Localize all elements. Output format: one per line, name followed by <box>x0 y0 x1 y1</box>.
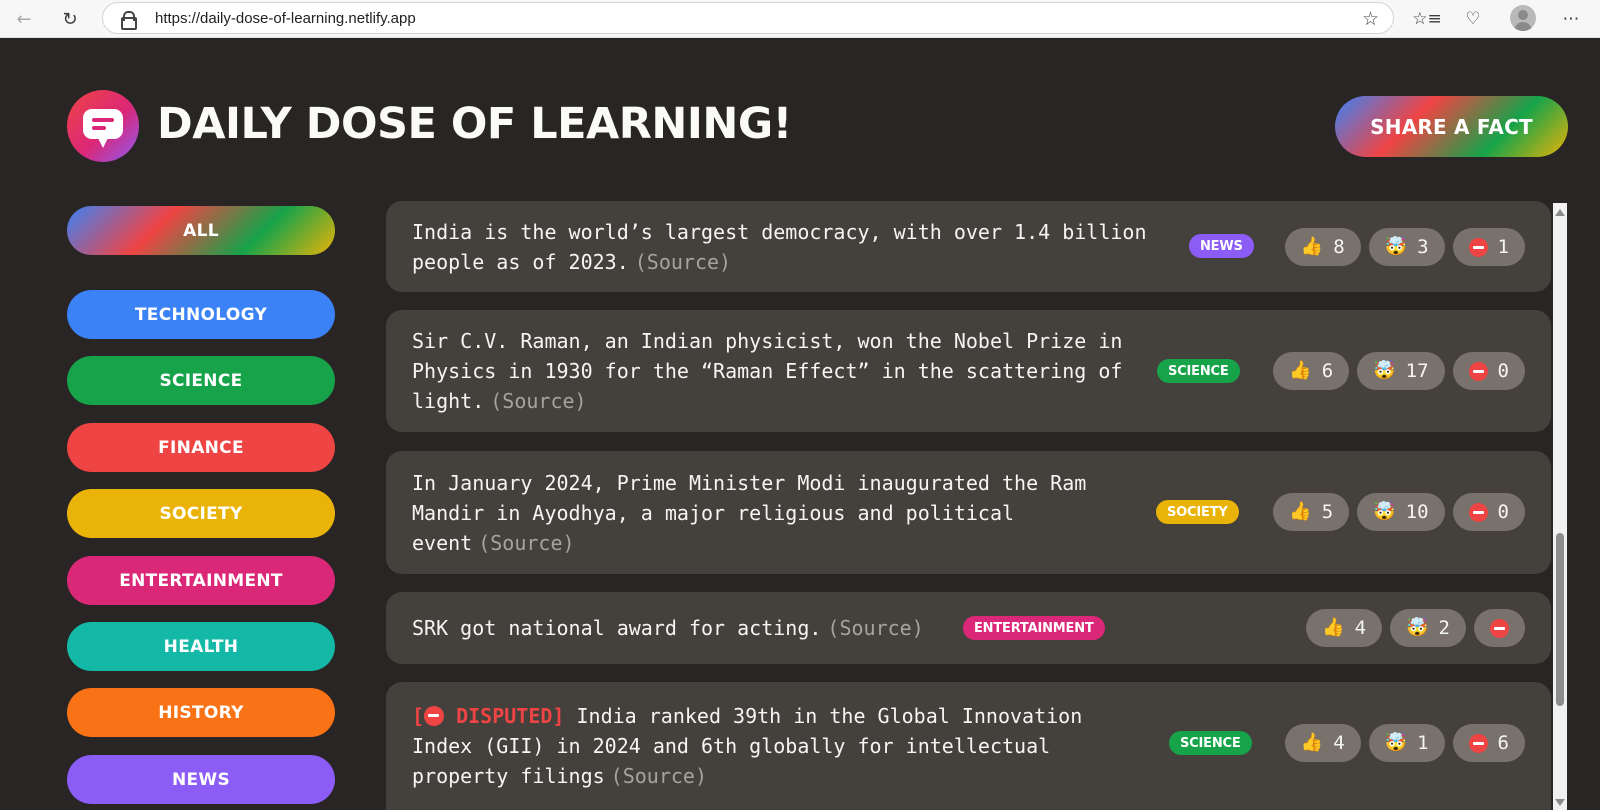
scroll-thumb[interactable] <box>1556 533 1564 706</box>
like-vote-button[interactable]: 👍 5 <box>1273 493 1350 531</box>
fact-card: In January 2024, Prime Minister Modi ina… <box>386 451 1551 574</box>
false-vote-button[interactable]: 1 <box>1452 228 1525 266</box>
vote-buttons: 👍 8 🤯 3 1 <box>1284 228 1525 266</box>
mindblown-icon: 🤯 <box>1373 501 1396 522</box>
more-options-icon[interactable]: ⋯ <box>1556 4 1586 34</box>
scroll-down-arrow-icon[interactable] <box>1555 799 1565 806</box>
thumbs-up-icon: 👍 <box>1322 617 1345 638</box>
share-fact-button[interactable]: Share a fact <box>1335 96 1568 157</box>
favorites-icon[interactable]: ☆≡ <box>1412 4 1442 34</box>
fact-text: Sir C.V. Raman, an Indian physicist, won… <box>412 329 1123 413</box>
browser-toolbar: ← ↻ https://daily-dose-of-learning.netli… <box>0 0 1600 38</box>
fact-card: [ DISPUTED] India ranked 39th in the Glo… <box>386 682 1551 810</box>
no-entry-icon <box>1468 237 1488 257</box>
vote-buttons: 👍 4 🤯 2 <box>1306 609 1525 647</box>
fact-text: In January 2024, Prime Minister Modi ina… <box>412 470 1087 555</box>
category-technology-button[interactable]: Technology <box>67 290 335 339</box>
like-vote-button[interactable]: 👍 4 <box>1284 724 1361 762</box>
thumbs-up-icon: 👍 <box>1300 732 1324 753</box>
category-science-button[interactable]: Science <box>67 356 335 405</box>
category-tag: Science <box>1157 359 1240 383</box>
thumbs-up-icon: 👍 <box>1300 236 1324 257</box>
like-vote-button[interactable]: 👍 8 <box>1284 228 1361 266</box>
mindblown-icon: 🤯 <box>1384 236 1408 257</box>
refresh-icon[interactable]: ↻ <box>54 3 86 35</box>
address-bar[interactable]: https://daily-dose-of-learning.netlify.a… <box>102 2 1394 34</box>
no-entry-icon <box>1468 502 1488 522</box>
no-entry-icon <box>424 706 445 726</box>
false-vote-button[interactable]: 0 <box>1452 493 1525 531</box>
category-all-button[interactable]: All <box>67 206 335 255</box>
mindblown-icon: 🤯 <box>1406 617 1429 638</box>
mindblown-vote-button[interactable]: 🤯 2 <box>1390 609 1466 647</box>
no-entry-icon <box>1468 733 1488 753</box>
disputed-label: [ DISPUTED] <box>412 704 565 728</box>
false-vote-button[interactable]: 6 <box>1452 724 1525 762</box>
source-link[interactable]: (Source) <box>827 616 923 640</box>
scroll-up-arrow-icon[interactable] <box>1555 209 1565 216</box>
category-tag: Science <box>1169 731 1252 755</box>
source-link[interactable]: (Source) <box>490 389 586 413</box>
profile-avatar-icon[interactable] <box>1510 5 1536 31</box>
mindblown-icon: 🤯 <box>1373 360 1396 381</box>
category-tag: Society <box>1156 500 1239 524</box>
fact-card: Sir C.V. Raman, an Indian physicist, won… <box>386 310 1551 432</box>
category-history-button[interactable]: History <box>67 688 335 737</box>
logo-icon <box>67 90 139 162</box>
no-entry-icon <box>1468 361 1488 381</box>
fact-text: India is the world’s largest democracy, … <box>412 219 1147 274</box>
category-entertainment-button[interactable]: Entertainment <box>67 556 335 605</box>
like-vote-button[interactable]: 👍 6 <box>1273 352 1350 390</box>
chat-bubble-icon <box>83 109 123 148</box>
vote-buttons: 👍 4 🤯 1 6 <box>1284 724 1525 762</box>
page-title: Daily Dose Of Learning! <box>157 99 792 149</box>
vote-buttons: 👍 6 🤯 17 0 <box>1273 352 1525 390</box>
category-news-button[interactable]: News <box>67 755 335 804</box>
star-icon[interactable]: ☆ <box>1362 8 1379 30</box>
mindblown-vote-button[interactable]: 🤯 3 <box>1368 228 1445 266</box>
mindblown-vote-button[interactable]: 🤯 17 <box>1357 352 1445 390</box>
source-link[interactable]: (Source) <box>478 531 574 555</box>
mindblown-vote-button[interactable]: 🤯 10 <box>1357 493 1445 531</box>
no-entry-icon <box>1490 618 1509 638</box>
url-text: https://daily-dose-of-learning.netlify.a… <box>155 9 416 27</box>
source-link[interactable]: (Source) <box>635 250 731 274</box>
like-vote-button[interactable]: 👍 4 <box>1306 609 1383 647</box>
category-tag: News <box>1189 234 1254 258</box>
category-health-button[interactable]: Health <box>67 622 335 671</box>
lock-icon <box>121 11 137 30</box>
facts-scrollbar[interactable] <box>1553 203 1567 810</box>
category-society-button[interactable]: Society <box>67 489 335 538</box>
category-finance-button[interactable]: Finance <box>67 423 335 472</box>
false-vote-button[interactable]: 0 <box>1452 352 1525 390</box>
category-tag: Entertainment <box>963 616 1105 640</box>
heart-pulse-icon[interactable]: ♡ <box>1458 4 1488 34</box>
thumbs-up-icon: 👍 <box>1289 360 1312 381</box>
fact-text: SRK got national award for acting. (Sourc… <box>412 616 924 640</box>
fact-card: SRK got national award for acting. (Sourc… <box>386 592 1551 664</box>
app-page: Daily Dose Of Learning! Share a fact All… <box>0 38 1600 810</box>
thumbs-up-icon: 👍 <box>1289 501 1312 522</box>
false-vote-button[interactable] <box>1474 609 1525 647</box>
fact-card: India is the world’s largest democracy, … <box>386 201 1551 292</box>
back-arrow-icon[interactable]: ← <box>8 3 40 35</box>
fact-text: [ DISPUTED] India ranked 39th in the Glo… <box>412 704 1083 788</box>
mindblown-vote-button[interactable]: 🤯 1 <box>1368 724 1445 762</box>
facts-list: India is the world’s largest democracy, … <box>386 201 1551 810</box>
mindblown-icon: 🤯 <box>1384 732 1408 753</box>
vote-buttons: 👍 5 🤯 10 0 <box>1273 493 1525 531</box>
source-link[interactable]: (Source) <box>611 764 707 788</box>
